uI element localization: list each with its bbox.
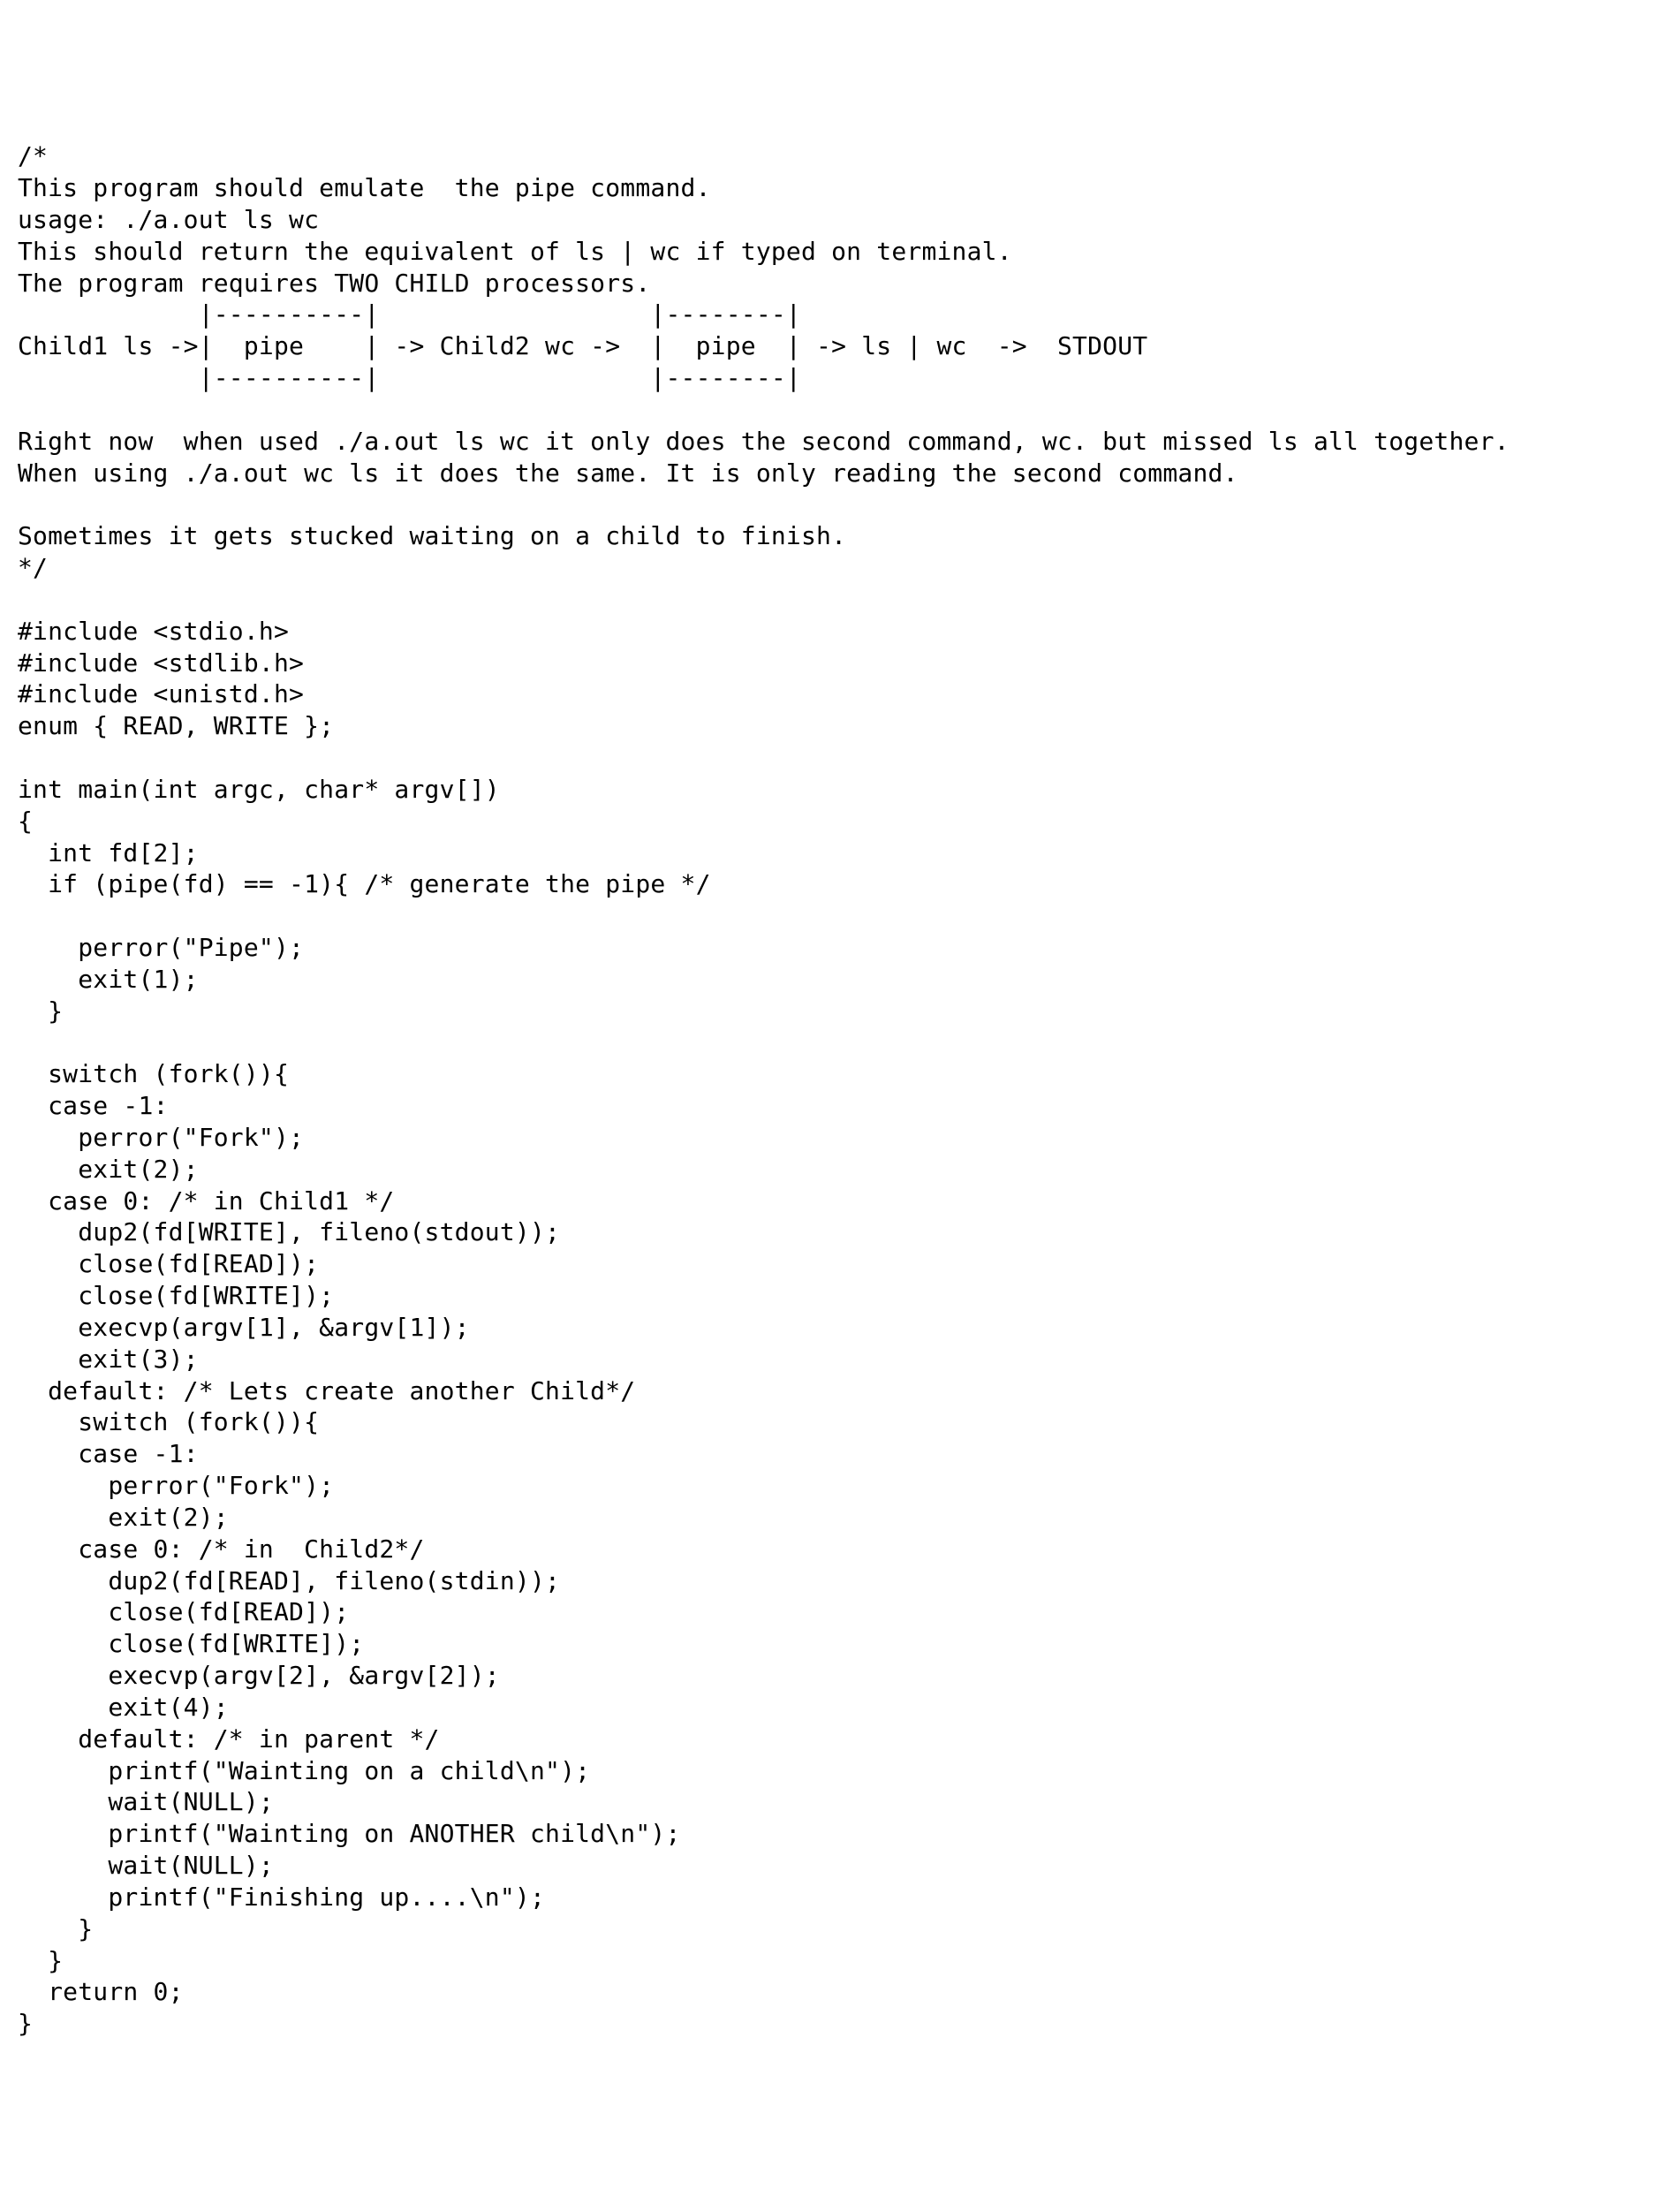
code-block: /* This program should emulate the pipe … xyxy=(18,140,1647,2040)
